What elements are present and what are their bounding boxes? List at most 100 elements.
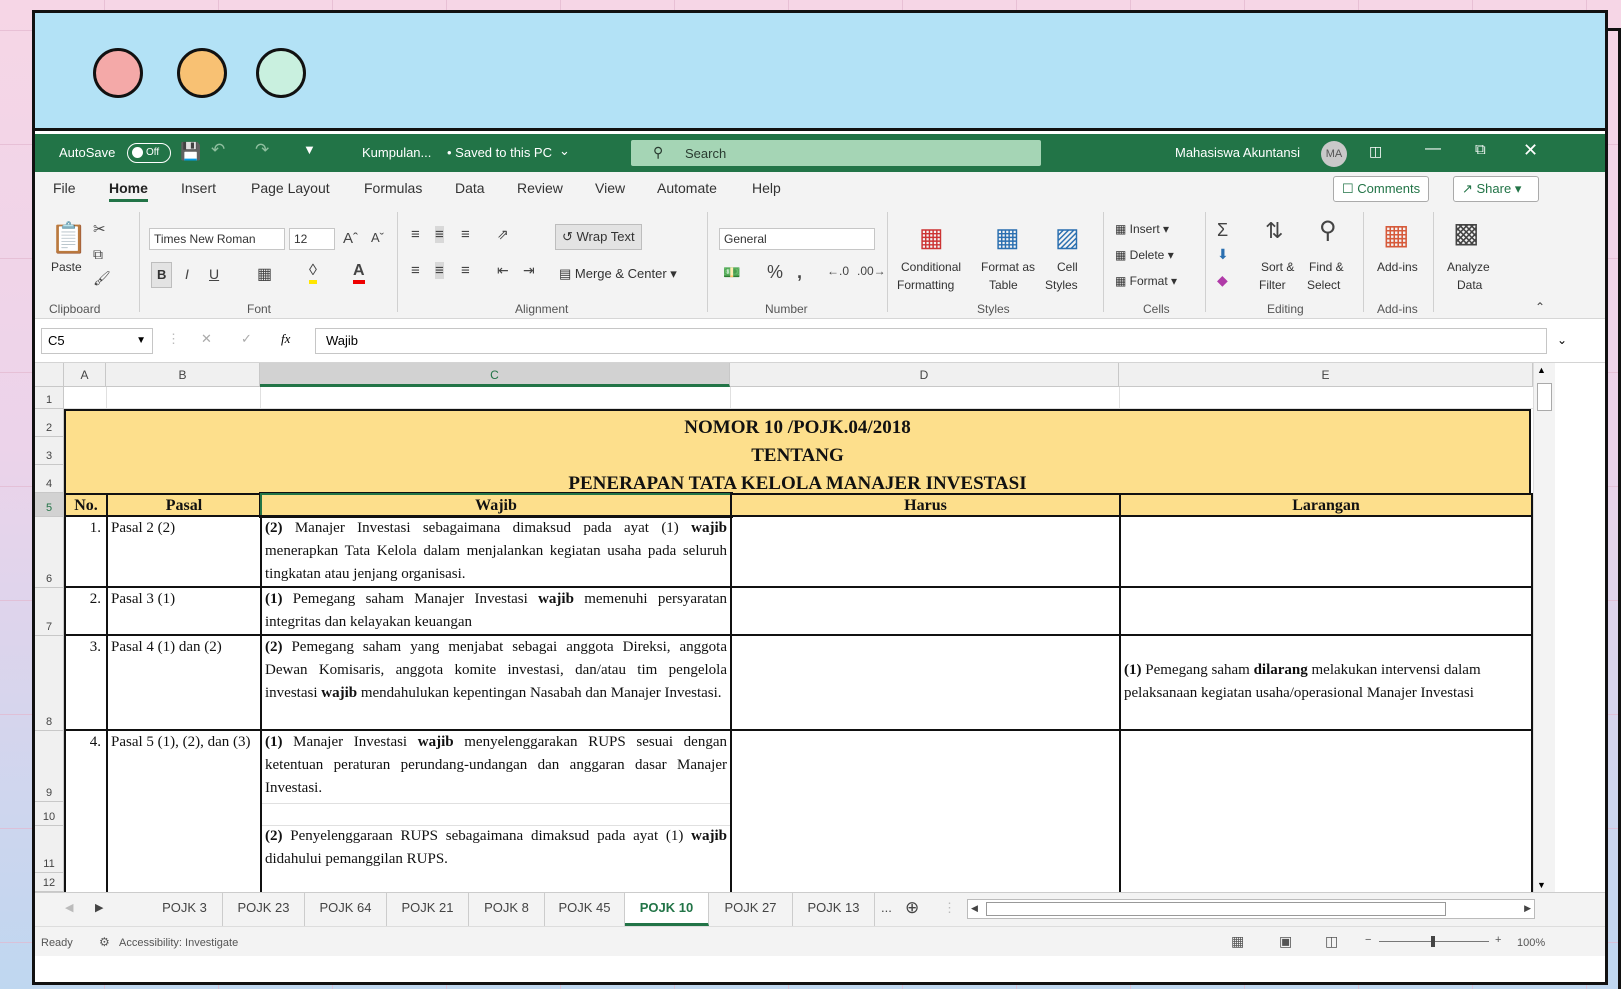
sheet-tab-pojk-10[interactable]: POJK 10 (625, 893, 709, 926)
share-button[interactable]: ↗ Share ▾ (1453, 176, 1539, 202)
row-header-7[interactable]: 7 (35, 588, 64, 636)
analyze-data-label-2[interactable]: Data (1457, 278, 1482, 292)
tab-help[interactable]: Help (752, 180, 781, 196)
user-name[interactable]: Mahasiswa Akuntansi (1175, 145, 1300, 160)
format-as-table-label-2[interactable]: Table (989, 278, 1018, 292)
comments-button[interactable]: ☐ Comments (1333, 176, 1430, 202)
tab-insert[interactable]: Insert (181, 180, 216, 196)
column-header-d[interactable]: D (730, 363, 1119, 387)
cell-wajib-4a[interactable]: (1) Manajer Investasi wajib menyelenggar… (262, 731, 730, 800)
analyze-data-icon[interactable]: ▩ (1453, 216, 1479, 249)
sheet-tab-pojk-8[interactable]: POJK 8 (469, 893, 545, 926)
cell-wajib-2[interactable]: (1) Pemegang saham Manajer Investasi waj… (262, 588, 730, 634)
tab-data[interactable]: Data (455, 180, 485, 196)
sheet-tab-pojk-23[interactable]: POJK 23 (223, 893, 305, 926)
sort-filter-icon[interactable]: ⇅ (1265, 218, 1283, 244)
sheet-tab-pojk-21[interactable]: POJK 21 (387, 893, 469, 926)
font-size-select[interactable]: 12 (289, 228, 335, 250)
document-title[interactable]: Kumpulan... (362, 145, 431, 160)
tab-page-layout[interactable]: Page Layout (251, 180, 330, 196)
scroll-up-icon[interactable]: ▲ (1537, 365, 1546, 375)
cell-styles-icon[interactable]: ▨ (1055, 222, 1080, 253)
header-no[interactable]: No. (64, 493, 108, 517)
orientation-icon[interactable]: ⇗ (497, 226, 509, 243)
insert-function-icon[interactable]: fx (281, 331, 290, 347)
zoom-out-icon[interactable]: − (1365, 934, 1371, 946)
number-format-select[interactable]: General (719, 228, 875, 250)
tab-automate[interactable]: Automate (657, 180, 717, 196)
italic-button[interactable]: I (185, 266, 189, 282)
align-top-icon[interactable]: ≡ (411, 226, 420, 243)
cell-wajib-3[interactable]: (2) Pemegang saham yang menjabat sebagai… (262, 636, 730, 705)
redo-icon[interactable]: ↷ (255, 140, 269, 160)
find-select-label[interactable]: Find & (1309, 260, 1344, 274)
fill-color-icon[interactable]: ◊ (309, 262, 317, 284)
next-sheet-icon[interactable]: ▶ (95, 901, 103, 914)
increase-indent-icon[interactable]: ⇥ (523, 262, 535, 279)
worksheet-grid[interactable]: NOMOR 10 /POJK.04/2018 TENTANG PENERAPAN… (64, 387, 1533, 892)
tab-formulas[interactable]: Formulas (364, 180, 422, 196)
sheet-tab-pojk-3[interactable]: POJK 3 (147, 893, 223, 926)
cell-pasal-3[interactable]: Pasal 4 (1) dan (2) (108, 636, 258, 659)
undo-icon[interactable]: ↶ (211, 140, 225, 160)
decrease-indent-icon[interactable]: ⇤ (497, 262, 509, 279)
header-wajib[interactable]: Wajib (259, 492, 733, 518)
clear-icon[interactable]: ◆ (1217, 272, 1228, 289)
column-header-c[interactable]: C (260, 363, 730, 387)
sort-filter-label[interactable]: Sort & (1261, 260, 1294, 274)
collapse-ribbon-icon[interactable]: ⌃ (1535, 300, 1545, 314)
sort-filter-label-2[interactable]: Filter (1259, 278, 1286, 292)
page-layout-view-icon[interactable]: ▣ (1279, 933, 1292, 950)
find-select-icon[interactable]: ⚲ (1319, 216, 1337, 245)
format-as-table-label[interactable]: Format as (981, 260, 1035, 274)
zoom-level[interactable]: 100% (1517, 937, 1545, 949)
cell-no-1[interactable]: 1. (66, 517, 104, 540)
column-header-e[interactable]: E (1119, 363, 1533, 387)
expand-formula-bar-icon[interactable]: ⌄ (1557, 333, 1567, 347)
cell-no-2[interactable]: 2. (66, 588, 104, 611)
title-banner[interactable]: NOMOR 10 /POJK.04/2018 TENTANG PENERAPAN… (64, 409, 1531, 494)
cell-larangan-3[interactable]: (1) Pemegang saham dilarang melakukan in… (1121, 659, 1531, 705)
cell-styles-label-2[interactable]: Styles (1045, 278, 1078, 292)
column-header-b[interactable]: B (106, 363, 260, 387)
save-icon[interactable]: 💾 (180, 142, 201, 162)
select-all-corner[interactable] (35, 363, 64, 387)
tab-home[interactable]: Home (109, 180, 148, 202)
vertical-scrollbar[interactable]: ▲ ▼ (1533, 363, 1555, 892)
header-harus[interactable]: Harus (730, 493, 1121, 517)
cell-wajib-4b[interactable]: (2) Penyelenggaraan RUPS sebagaimana dim… (262, 825, 730, 871)
scroll-left-icon[interactable]: ◀ (971, 903, 978, 914)
cut-icon[interactable]: ✂ (93, 220, 106, 238)
decrease-decimal-icon[interactable]: .00→ (857, 264, 886, 278)
zoom-in-icon[interactable]: + (1495, 934, 1501, 946)
enter-icon[interactable]: ✓ (241, 331, 252, 347)
customize-qat-icon[interactable]: ▼ (303, 142, 316, 157)
autosave-toggle[interactable]: Off (127, 143, 171, 163)
increase-decimal-icon[interactable]: ←.0 (827, 264, 849, 278)
row-header-12[interactable]: 12 (35, 873, 64, 892)
column-header-a[interactable]: A (64, 363, 106, 387)
tab-splitter-icon[interactable]: ⋮ (943, 900, 956, 916)
font-name-select[interactable]: Times New Roman (149, 228, 285, 250)
find-select-label-2[interactable]: Select (1307, 278, 1340, 292)
row-header-3[interactable]: 3 (35, 437, 64, 465)
ribbon-display-icon[interactable]: ◫ (1369, 143, 1382, 160)
prev-sheet-icon[interactable]: ◀ (65, 901, 73, 914)
search-box[interactable]: ⚲ Search (631, 140, 1041, 166)
align-left-icon[interactable]: ≡ (411, 262, 420, 279)
paste-label[interactable]: Paste (51, 260, 82, 274)
conditional-formatting-label[interactable]: Conditional (901, 260, 961, 274)
name-box[interactable]: C5 ▼ (41, 328, 153, 354)
wrap-text-button[interactable]: ↺ Wrap Text (555, 224, 642, 250)
cell-no-4[interactable]: 4. (66, 731, 104, 754)
row-header-8[interactable]: 8 (35, 636, 64, 731)
zoom-slider-thumb[interactable] (1431, 936, 1435, 947)
row-header-10[interactable]: 10 (35, 802, 64, 826)
page-break-view-icon[interactable]: ◫ (1325, 933, 1338, 950)
restore-icon[interactable]: ⧉ (1475, 141, 1486, 158)
paste-icon[interactable]: 📋 (50, 218, 87, 258)
tab-file[interactable]: File (53, 180, 76, 196)
save-status[interactable]: • Saved to this PC (447, 145, 552, 160)
row-header-4[interactable]: 4 (35, 465, 64, 493)
header-pasal[interactable]: Pasal (106, 493, 262, 517)
